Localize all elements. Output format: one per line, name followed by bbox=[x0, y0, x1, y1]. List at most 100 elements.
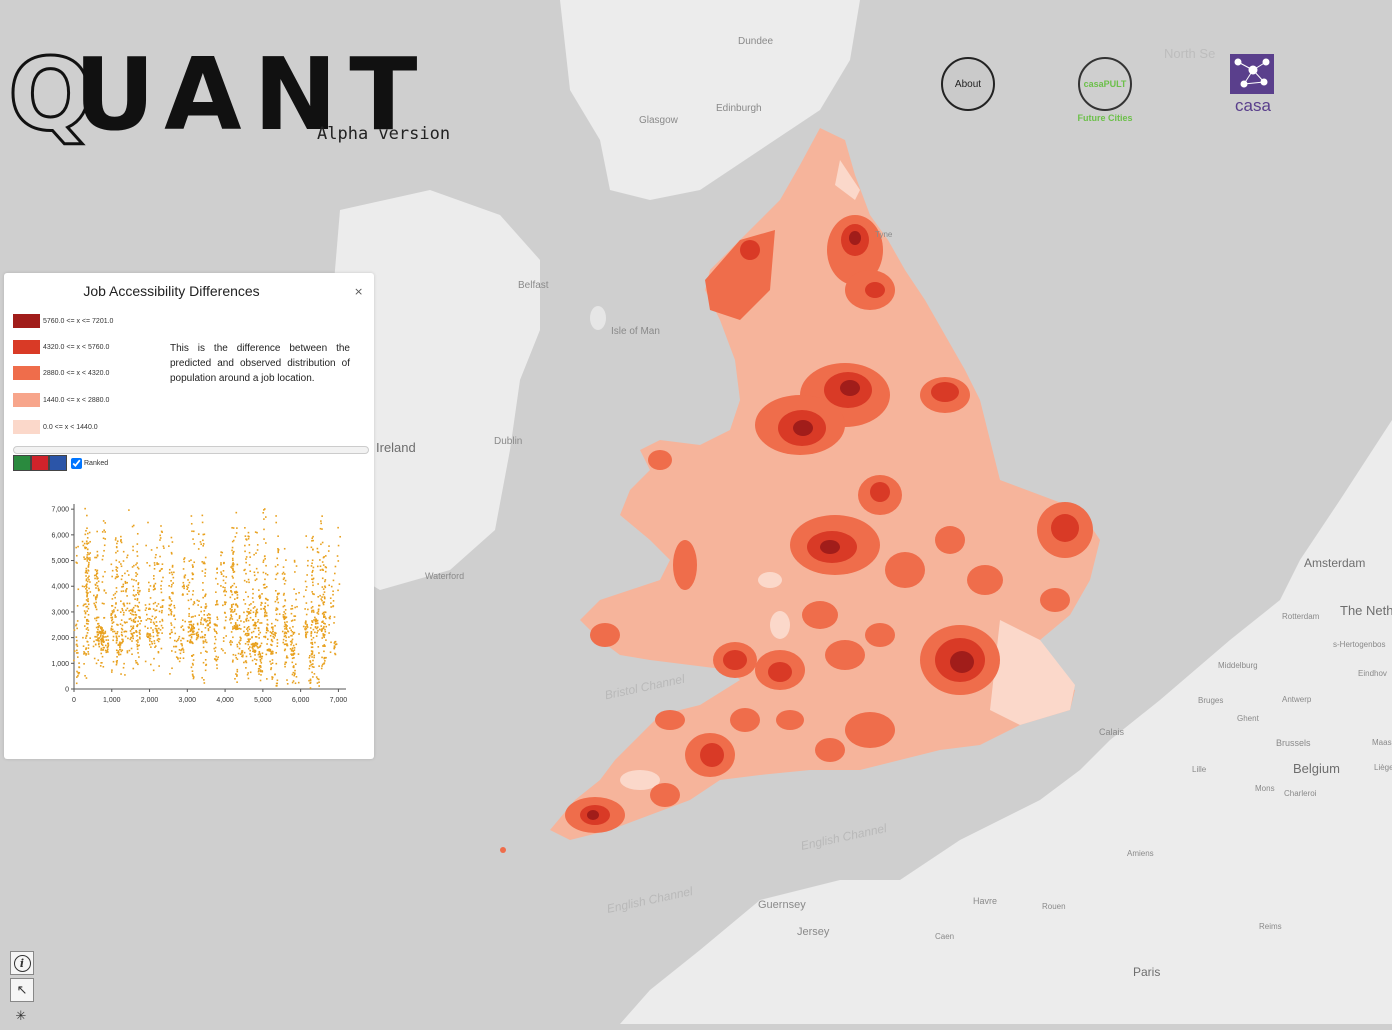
data-point bbox=[94, 617, 96, 620]
data-point bbox=[251, 659, 254, 662]
ranked-checkbox[interactable] bbox=[71, 457, 82, 469]
data-point bbox=[131, 640, 133, 642]
data-point bbox=[231, 641, 233, 644]
data-point bbox=[100, 652, 103, 655]
data-point bbox=[255, 636, 258, 638]
data-point bbox=[298, 633, 300, 635]
data-point bbox=[214, 638, 217, 641]
data-point bbox=[197, 604, 199, 606]
casapult-logo[interactable]: casaPULT bbox=[1078, 57, 1132, 111]
data-point bbox=[139, 622, 141, 625]
about-button[interactable]: About bbox=[941, 57, 995, 111]
data-point bbox=[115, 590, 118, 593]
data-point bbox=[161, 609, 163, 612]
data-point bbox=[225, 590, 228, 593]
data-point bbox=[322, 611, 325, 614]
data-point bbox=[262, 511, 265, 514]
data-point bbox=[179, 652, 182, 655]
data-point bbox=[133, 589, 135, 592]
threshold-slider[interactable] bbox=[13, 446, 369, 454]
data-point bbox=[86, 548, 89, 551]
data-point bbox=[197, 635, 200, 638]
data-point bbox=[122, 590, 125, 592]
data-point bbox=[153, 657, 155, 660]
data-point bbox=[206, 619, 209, 622]
data-point bbox=[137, 652, 139, 654]
data-point bbox=[160, 611, 163, 614]
data-point bbox=[138, 644, 140, 647]
data-point bbox=[286, 644, 289, 647]
data-point bbox=[129, 630, 132, 632]
data-point bbox=[258, 673, 260, 675]
data-point bbox=[231, 557, 234, 560]
data-point bbox=[323, 591, 326, 593]
data-point bbox=[220, 648, 223, 650]
data-point bbox=[283, 625, 286, 628]
data-point bbox=[111, 575, 113, 578]
data-point bbox=[97, 659, 100, 661]
data-point bbox=[173, 604, 176, 607]
red-scheme-button[interactable] bbox=[31, 455, 49, 471]
data-point bbox=[103, 529, 105, 532]
data-point bbox=[104, 538, 107, 540]
data-point bbox=[191, 633, 194, 636]
data-point bbox=[235, 656, 238, 659]
data-point bbox=[243, 630, 245, 633]
data-point bbox=[137, 586, 140, 589]
data-point bbox=[149, 663, 152, 666]
data-point bbox=[189, 630, 192, 633]
data-point bbox=[254, 651, 256, 654]
data-point bbox=[258, 629, 260, 632]
data-point bbox=[257, 621, 259, 623]
info-icon[interactable]: i bbox=[10, 951, 34, 975]
data-point bbox=[99, 635, 102, 638]
data-point bbox=[269, 660, 271, 663]
data-point bbox=[284, 599, 287, 602]
data-point bbox=[204, 593, 207, 596]
data-point bbox=[250, 631, 253, 634]
data-point bbox=[126, 602, 129, 605]
pointer-icon[interactable]: ↖ bbox=[10, 978, 34, 1002]
data-point bbox=[263, 538, 265, 540]
data-point bbox=[328, 623, 330, 626]
casa-logo[interactable]: casa bbox=[1228, 52, 1278, 118]
data-point bbox=[137, 663, 139, 666]
data-point bbox=[125, 609, 127, 612]
data-point bbox=[234, 625, 236, 628]
data-point bbox=[96, 639, 99, 642]
data-point bbox=[266, 649, 269, 651]
data-point bbox=[304, 631, 307, 634]
data-point bbox=[191, 673, 194, 676]
data-point bbox=[304, 628, 307, 631]
y-tick-label: 3,000 bbox=[51, 609, 69, 616]
data-point bbox=[282, 614, 285, 616]
data-point bbox=[124, 582, 127, 584]
blue-scheme-button[interactable] bbox=[49, 455, 67, 471]
data-point bbox=[85, 586, 88, 588]
data-point bbox=[302, 625, 305, 628]
data-point bbox=[73, 629, 76, 631]
data-point bbox=[150, 621, 152, 623]
data-point bbox=[244, 544, 246, 547]
data-point bbox=[135, 616, 137, 619]
data-point bbox=[269, 631, 272, 633]
data-point bbox=[179, 657, 182, 660]
data-point bbox=[87, 576, 89, 579]
data-point bbox=[258, 646, 260, 649]
data-point bbox=[320, 598, 323, 600]
green-scheme-button[interactable] bbox=[13, 455, 31, 471]
data-point bbox=[171, 566, 174, 568]
data-point bbox=[288, 636, 290, 638]
close-icon[interactable]: × bbox=[354, 285, 363, 298]
data-point bbox=[145, 544, 147, 547]
data-point bbox=[140, 620, 143, 622]
data-point bbox=[162, 576, 164, 579]
data-point bbox=[119, 644, 121, 647]
data-point bbox=[115, 559, 118, 562]
data-point bbox=[322, 593, 325, 596]
data-point bbox=[149, 637, 152, 640]
data-point bbox=[290, 634, 292, 637]
data-point bbox=[83, 542, 86, 545]
data-point bbox=[110, 629, 113, 631]
data-point bbox=[293, 673, 296, 675]
